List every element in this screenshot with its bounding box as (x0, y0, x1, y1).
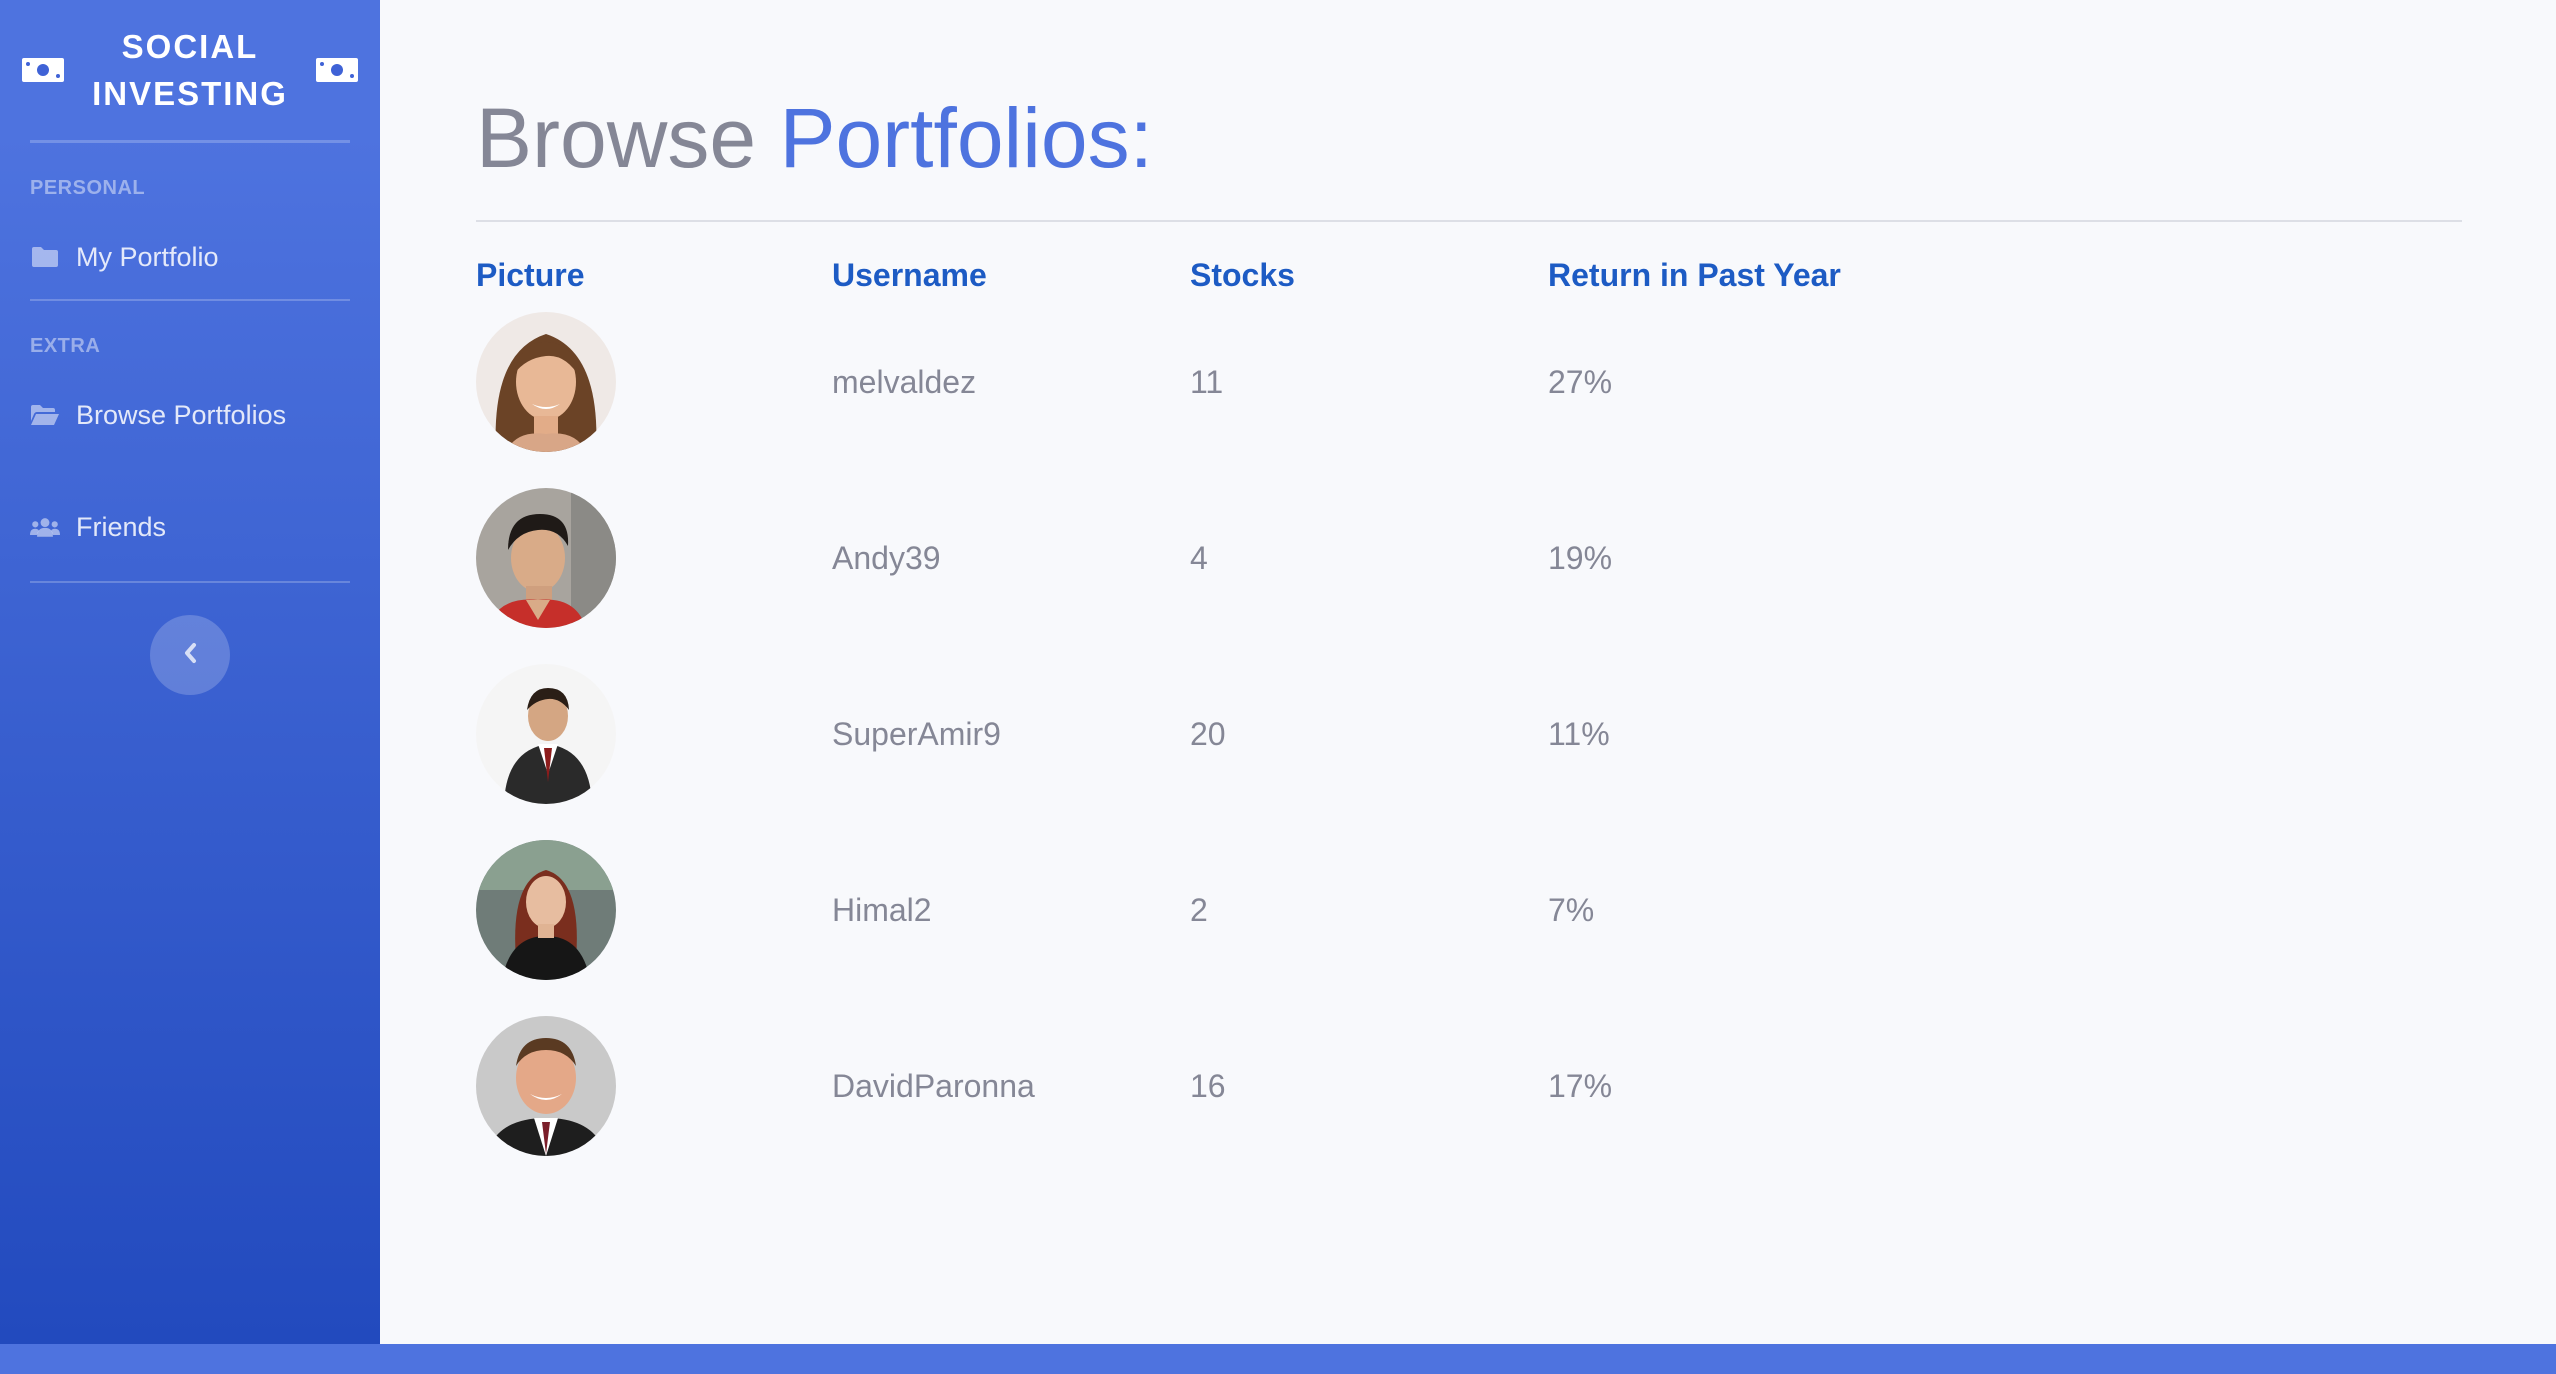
column-header-picture: Picture (476, 256, 585, 293)
folder-icon (30, 244, 60, 270)
table-row[interactable]: Andy39 4 19% (476, 470, 1948, 646)
table-row[interactable]: DavidParonna 16 17% (476, 998, 1948, 1174)
username-cell[interactable]: DavidParonna (832, 998, 1190, 1174)
avatar[interactable] (476, 840, 616, 980)
username-cell[interactable]: Himal2 (832, 822, 1190, 998)
avatar[interactable] (476, 1016, 616, 1156)
portfolios-table: Picture Username Stocks Return in Past Y… (476, 256, 1948, 1174)
stocks-cell: 2 (1190, 891, 1208, 928)
avatar[interactable] (476, 312, 616, 452)
main-content: Browse Portfolios: Picture Username Stoc… (476, 0, 2462, 1174)
sidebar: SOCIAL INVESTING PERSONAL My Portfolio E… (0, 0, 380, 1344)
page-title: Browse Portfolios: (476, 0, 2462, 196)
avatar[interactable] (476, 488, 616, 628)
stocks-cell: 4 (1190, 539, 1208, 576)
return-cell: 19% (1548, 539, 1613, 576)
username-cell[interactable]: SuperAmir9 (832, 646, 1190, 822)
avatar[interactable] (476, 664, 616, 804)
sidebar-heading-personal: PERSONAL (30, 177, 146, 199)
brand-line-2: INVESTING (92, 75, 288, 112)
sidebar-item-friends[interactable]: Friends (0, 485, 380, 569)
stocks-cell: 16 (1190, 1067, 1226, 1104)
return-cell: 7% (1548, 891, 1595, 928)
title-divider (476, 220, 2462, 222)
username-cell[interactable]: Andy39 (832, 470, 1190, 646)
money-bill-icon (315, 56, 358, 84)
stocks-cell: 20 (1190, 715, 1226, 752)
folder-open-icon (30, 402, 60, 428)
sidebar-item-label: Friends (76, 511, 167, 542)
sidebar-toggle-wrap (0, 583, 380, 695)
sidebar-heading-extra: EXTRA (30, 335, 101, 357)
sidebar-item-label: Browse Portfolios (76, 399, 287, 430)
bottom-bar (0, 1344, 2556, 1374)
return-cell: 27% (1548, 363, 1613, 400)
sidebar-item-label: My Portfolio (76, 241, 219, 272)
return-cell: 11% (1548, 715, 1610, 752)
column-header-return: Return in Past Year (1548, 256, 1841, 293)
sidebar-toggle-button[interactable] (150, 615, 230, 695)
page-title-accent: Portfolios: (779, 91, 1153, 185)
brand-line-1: SOCIAL (121, 28, 259, 65)
table-row[interactable]: SuperAmir9 20 11% (476, 646, 1948, 822)
money-bill-icon (22, 56, 64, 84)
stocks-cell: 11 (1190, 363, 1224, 400)
table-row[interactable]: Himal2 2 7% (476, 822, 1948, 998)
sidebar-item-browse-portfolios[interactable]: Browse Portfolios (0, 373, 380, 457)
page-title-plain: Browse (476, 91, 780, 185)
sidebar-brand[interactable]: SOCIAL INVESTING (0, 0, 380, 140)
chevron-left-icon (182, 642, 198, 669)
return-cell: 17% (1548, 1067, 1613, 1104)
username-cell[interactable]: melvaldez (832, 294, 1190, 470)
column-header-username: Username (832, 256, 987, 293)
sidebar-item-my-portfolio[interactable]: My Portfolio (0, 215, 380, 299)
brand-title: SOCIAL INVESTING (92, 23, 288, 117)
table-row[interactable]: melvaldez 11 27% (476, 294, 1948, 470)
column-header-stocks: Stocks (1190, 256, 1295, 293)
table-header-row: Picture Username Stocks Return in Past Y… (476, 256, 1948, 294)
users-icon (30, 514, 60, 540)
